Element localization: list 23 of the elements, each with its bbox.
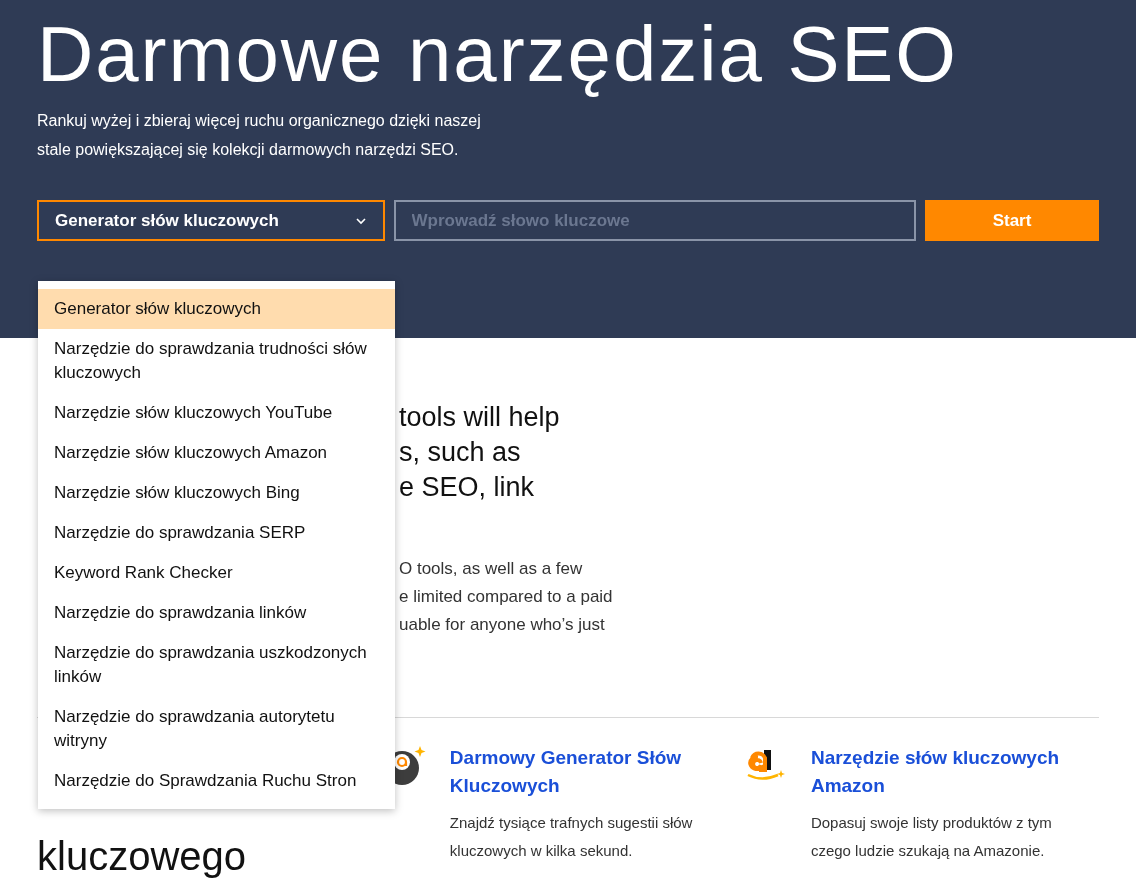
chevron-down-icon xyxy=(354,216,367,225)
dropdown-option[interactable]: Narzędzie słów kluczowych Bing xyxy=(38,473,395,513)
intro-paragraph: O tools, as well as a few e limited compared to a paid uable for anyone who’s just xyxy=(399,558,614,636)
tool-card-description: Dopasuj swoje listy produktów z tym czego ludzie szukają na Amazonie. xyxy=(810,813,1053,861)
dropdown-option[interactable]: Narzędzie słów kluczowych YouTube xyxy=(38,393,395,433)
dropdown-option[interactable]: Keyword Rank Checker xyxy=(38,553,395,593)
page-title: Darmowe narzędzia SEO xyxy=(37,9,959,100)
dropdown-option[interactable]: Generator słów kluczowych xyxy=(38,289,395,329)
tool-select[interactable]: Generator słów kluczowych xyxy=(37,200,385,241)
tool-card-title[interactable]: Darmowy Generator Słów Kluczowych xyxy=(449,744,700,800)
dropdown-option[interactable]: Narzędzie słów kluczowych Amazon xyxy=(38,433,395,473)
dropdown-option[interactable]: Narzędzie do sprawdzania trudności słów kluczowych xyxy=(38,329,395,393)
intro-heading: tools will help s, such as e SEO, link xyxy=(399,401,561,504)
dropdown-option[interactable]: Narzędzie do sprawdzania uszkodzonych linków xyxy=(38,633,395,697)
tool-card-description: Znajdź tysiące trafnych sugestii słów kluczowych w kilka sekund. xyxy=(449,813,694,861)
dropdown-option[interactable]: Narzędzie do sprawdzania SERP xyxy=(38,513,395,553)
section-heading: kluczowego xyxy=(37,834,247,878)
dropdown-option[interactable]: Narzędzie do sprawdzania linków xyxy=(38,593,395,633)
keyword-input[interactable]: Wprowadź słowo kluczowe xyxy=(393,200,917,241)
dropdown-option[interactable]: Narzędzie do Sprawdzania Ruchu Stron xyxy=(38,761,395,801)
page-subtitle: Rankuj wyżej i zbieraj więcej ruchu organicznego dzięki naszej stale powiększającej się kolekcji darmowych narzędzi SEO. xyxy=(37,111,482,160)
tool-card-title[interactable]: Narzędzie słów kluczowych Amazon xyxy=(810,744,1061,800)
dropdown-option[interactable]: Narzędzie do sprawdzania autorytetu witryny xyxy=(38,697,395,761)
